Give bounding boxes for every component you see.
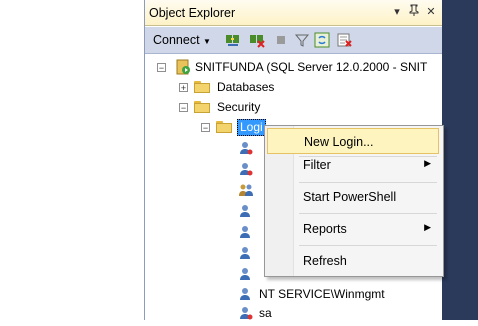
close-icon[interactable]: ✕ <box>424 4 438 20</box>
panel-title: Object Explorer <box>149 6 236 20</box>
menu-item-filter[interactable]: Filter ▶ <box>267 152 439 178</box>
databases-label: Databases <box>217 80 275 94</box>
logins-label: Logi <box>237 119 266 136</box>
folder-icon <box>194 101 210 113</box>
submenu-arrow-icon: ▶ <box>424 158 431 168</box>
collapse-icon[interactable]: − <box>157 63 166 73</box>
connect-label: Connect <box>153 33 200 47</box>
user-icon <box>239 141 253 155</box>
server-icon <box>175 59 191 75</box>
dropdown-icon[interactable]: ▾ <box>390 4 404 20</box>
activity-monitor-icon[interactable] <box>336 32 352 48</box>
folder-icon <box>216 121 232 133</box>
user-icon <box>239 246 253 260</box>
user-icon <box>239 306 253 320</box>
user-icon <box>239 204 253 218</box>
background-window <box>441 0 478 320</box>
menu-item-label: New Login... <box>304 135 374 149</box>
panel-titlebar: Object Explorer ▾ ✕ <box>145 0 442 26</box>
pin-icon[interactable] <box>407 4 421 20</box>
connect-button[interactable]: Connect ▼ <box>153 33 211 47</box>
submenu-arrow-icon: ▶ <box>424 222 431 232</box>
menu-item-reports[interactable]: Reports ▶ <box>267 216 439 242</box>
menu-item-label: Start PowerShell <box>303 190 397 204</box>
menu-item-label: Refresh <box>303 254 347 268</box>
menu-item-label: Filter <box>303 158 331 172</box>
explorer-toolbar: Connect ▼ <box>145 27 442 54</box>
group-icon <box>239 183 253 197</box>
security-label: Security <box>217 100 261 114</box>
menu-item-refresh[interactable]: Refresh <box>267 248 439 274</box>
stop-icon[interactable] <box>273 32 289 48</box>
user-icon <box>239 225 253 239</box>
filter-icon[interactable] <box>294 32 310 48</box>
disconnect-icon[interactable] <box>249 32 265 48</box>
menu-item-label: Reports <box>303 222 347 236</box>
expand-icon[interactable]: + <box>179 83 188 93</box>
refresh-icon[interactable] <box>314 32 330 48</box>
context-menu: New Login... Filter ▶ Start PowerShell R… <box>264 125 444 277</box>
user-icon <box>239 287 253 301</box>
chevron-down-icon: ▼ <box>203 37 211 46</box>
menu-separator <box>299 245 437 246</box>
server-label: SNITFUNDA (SQL Server 12.0.2000 - SNIT <box>195 60 428 74</box>
connect-icon[interactable] <box>225 32 241 48</box>
collapse-icon[interactable]: − <box>179 103 188 113</box>
login-label: NT SERVICE\Winmgmt <box>259 287 385 301</box>
user-icon <box>239 162 253 176</box>
user-icon <box>239 267 253 281</box>
collapse-icon[interactable]: − <box>201 123 210 133</box>
menu-separator <box>299 213 437 214</box>
menu-item-new-login[interactable]: New Login... <box>267 128 439 154</box>
menu-separator <box>299 182 437 183</box>
login-label: sa <box>259 306 272 320</box>
folder-icon <box>194 81 210 93</box>
menu-item-start-powershell[interactable]: Start PowerShell <box>267 184 439 210</box>
